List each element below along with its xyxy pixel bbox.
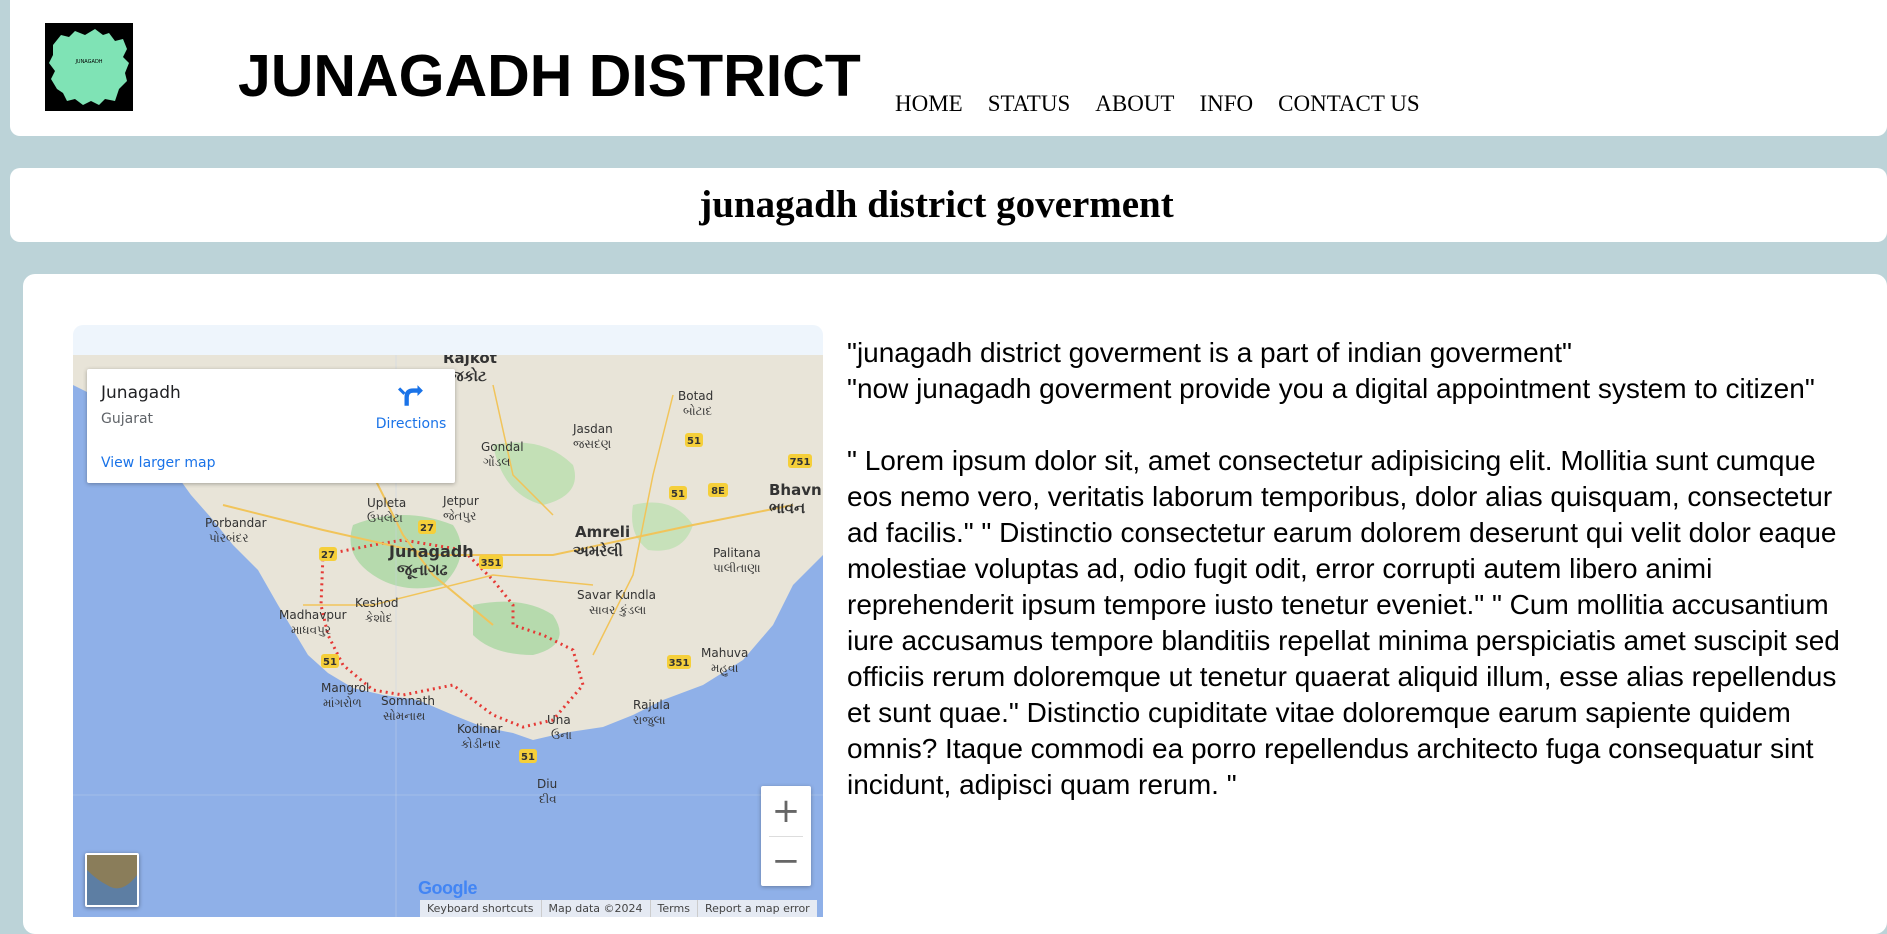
map-label-keshod: Keshod [355, 596, 398, 610]
map-label-jetpur: Jetpur [442, 494, 479, 508]
content-text: "junagadh district goverment is a part o… [847, 335, 1857, 803]
map-label-mahuva: Mahuva [701, 646, 748, 660]
map-label-rajula: Rajula [633, 698, 670, 712]
road-shield: 51 [671, 489, 685, 500]
road-shield: 27 [321, 550, 335, 561]
road-shield: 351 [669, 658, 690, 669]
main-nav: HOME STATUS ABOUT INFO CONTACT US [895, 89, 1445, 121]
body-paragraph: " Lorem ipsum dolor sit, amet consectetu… [847, 445, 1840, 800]
road-shield: 8E [711, 486, 725, 497]
terms-link[interactable]: Terms [651, 900, 698, 917]
logo-map-icon: JUNAGADH [49, 29, 129, 105]
map-layer-toggle[interactable] [85, 853, 139, 907]
nav-status[interactable]: STATUS [988, 89, 1071, 121]
layer-thumbnail [87, 855, 137, 905]
map-label-amreli-local: અમરેલી [573, 541, 623, 560]
map-label-palitana: Palitana [713, 546, 761, 560]
map-label-diu-local: દીવ [539, 792, 557, 806]
map-label-kodinar: Kodinar [457, 722, 503, 736]
map-zoom-controls: + − [761, 786, 811, 886]
map-data-label: Map data ©2024 [542, 900, 651, 917]
map-label-palitana-local: પાલીતાણા [713, 561, 761, 575]
map-label-mangrol: Mangrol [321, 681, 369, 695]
map-label-porbandar-local: પોરબંદર [209, 531, 249, 545]
map-label-una: Una [547, 713, 571, 727]
map-label-gondal-local: ગોંડલ [483, 455, 510, 469]
map-label-madhavpur-local: માધવપુર [291, 623, 331, 637]
map-label-somnath-local: સોમનાથ [383, 709, 425, 723]
map-label-jetpur-local: જેતપુર [443, 509, 476, 523]
map-label-botad-local: બોટાદ [683, 404, 713, 418]
directions-label: Directions [375, 416, 447, 432]
map-place-region: Gujarat [101, 411, 154, 427]
map-label-junagadh-local: જૂનાગઢ [397, 560, 448, 580]
directions-button[interactable]: Directions [373, 383, 449, 432]
map-label-savar-kundla: Savar Kundla [577, 588, 656, 602]
map-attribution-bar: Keyboard shortcuts Map data ©2024 Terms … [420, 900, 817, 917]
nav-home[interactable]: HOME [895, 89, 963, 121]
map-label-jasdan: Jasdan [572, 422, 613, 436]
banner-heading: junagadh district goverment [699, 183, 1174, 226]
intro-line-1: "junagadh district goverment is a part o… [847, 337, 1572, 368]
site-logo[interactable]: JUNAGADH [45, 23, 133, 111]
road-shield: 51 [687, 436, 701, 447]
map-label-una-local: ઉના [551, 728, 572, 742]
logo-text: JUNAGADH [74, 59, 102, 65]
report-map-error-link[interactable]: Report a map error [698, 900, 817, 917]
map-label-junagadh: Junagadh [388, 542, 474, 561]
map-label-mahuva-local: મહુવા [711, 661, 738, 677]
nav-contact-us[interactable]: CONTACT US [1278, 89, 1420, 121]
map-label-upleta-local: ઉપલેટા [367, 511, 403, 525]
road-shield: 51 [521, 752, 535, 763]
map-label-savar-kundla-local: સાવર કુંડલા [589, 603, 646, 617]
site-header: JUNAGADH JUNAGADH DISTRICT HOME STATUS A… [10, 0, 1887, 136]
map-label-jasdan-local: જસદણ [573, 437, 611, 451]
google-logo-text: Google [418, 878, 478, 898]
map-label-rajula-local: રાજુલા [633, 713, 666, 727]
page-banner: junagadh district goverment [10, 168, 1887, 242]
view-larger-map-link[interactable]: View larger map [101, 455, 215, 471]
road-shield: 51 [323, 657, 337, 668]
nav-info[interactable]: INFO [1199, 89, 1253, 121]
map-label-bhavn-local: ભાવન [769, 499, 805, 517]
keyboard-shortcuts-link[interactable]: Keyboard shortcuts [420, 900, 542, 917]
intro-line-2: "now junagadh goverment provide you a di… [847, 373, 1815, 404]
map-label-keshod-local: કેશોદ [365, 611, 393, 625]
map-place-card: Junagadh Gujarat View larger map Directi… [87, 369, 455, 483]
map-label-porbandar: Porbandar [205, 516, 267, 530]
road-shield: 351 [481, 558, 502, 569]
map-label-rajkot: Rajkot [443, 355, 497, 367]
google-logo: Google [418, 878, 478, 899]
embedded-map[interactable]: Rajkot રાજકોટ Botad બોટાદ Jasdan જસદણ Go… [73, 325, 823, 917]
zoom-in-button[interactable]: + [761, 786, 811, 836]
map-label-upleta: Upleta [367, 496, 406, 510]
map-label-diu: Diu [537, 777, 557, 791]
map-label-amreli: Amreli [575, 523, 630, 541]
site-title: JUNAGADH DISTRICT [238, 43, 861, 109]
road-shield: 751 [790, 457, 811, 468]
map-label-somnath: Somnath [381, 694, 435, 708]
map-label-madhavpur: Madhavpur [279, 608, 347, 622]
directions-icon [398, 385, 423, 406]
map-label-kodinar-local: કોડીનાર [461, 737, 501, 751]
map-place-name: Junagadh [101, 383, 181, 403]
map-label-mangrol-local: માંગરોળ [323, 696, 362, 710]
map-label-gondal: Gondal [481, 440, 524, 454]
nav-about[interactable]: ABOUT [1095, 89, 1174, 121]
map-label-bhavn: Bhavn [769, 481, 822, 499]
road-shield: 27 [420, 523, 434, 534]
zoom-out-button[interactable]: − [761, 836, 811, 886]
map-label-botad: Botad [678, 389, 713, 403]
zoom-divider [769, 836, 803, 837]
